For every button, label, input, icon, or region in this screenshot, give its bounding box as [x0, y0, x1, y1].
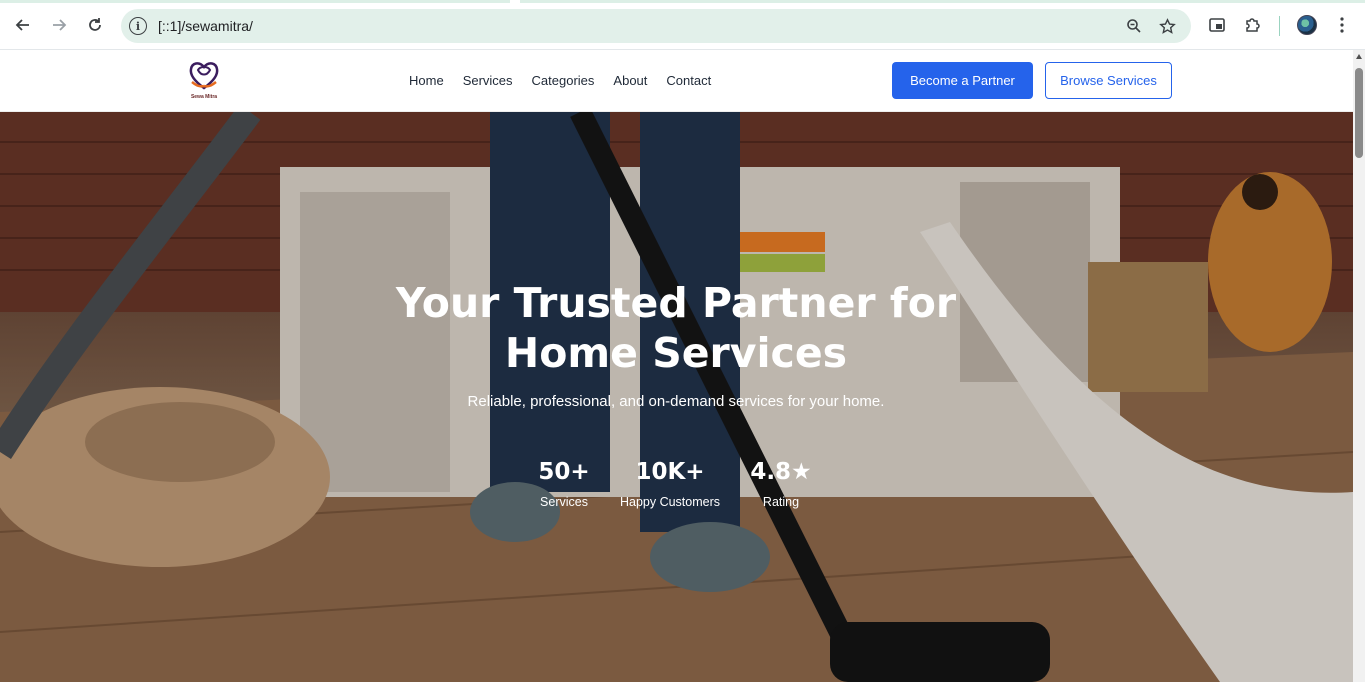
forward-icon[interactable]	[47, 13, 71, 37]
main-nav: Home Services Categories About Contact	[409, 73, 730, 88]
reload-icon[interactable]	[83, 13, 107, 37]
nav-categories[interactable]: Categories	[532, 73, 595, 88]
star-icon[interactable]	[1157, 16, 1177, 36]
address-bar[interactable]: i [::1]/sewamitra/	[121, 9, 1191, 43]
stat-services: 50+ Services	[524, 458, 604, 509]
browser-toolbar: i [::1]/sewamitra/	[0, 0, 1365, 50]
stat-label: Rating	[762, 495, 800, 509]
stat-value: 4.8★	[750, 459, 812, 485]
page-scrollbar[interactable]	[1353, 50, 1365, 682]
stat-value: 50+	[538, 459, 590, 485]
nav-services[interactable]: Services	[463, 73, 513, 88]
hero-title-line1: Your Trusted Partner for	[395, 279, 957, 327]
puzzle-icon[interactable]	[1242, 14, 1264, 36]
back-icon[interactable]	[11, 13, 35, 37]
site-logo[interactable]: Sewa Mitra	[187, 58, 221, 100]
kebab-menu-icon[interactable]	[1331, 14, 1353, 36]
stat-value: 10K+	[635, 459, 705, 485]
address-url[interactable]: [::1]/sewamitra/	[158, 18, 253, 34]
hero-section: Your Trusted Partner for Home Services R…	[0, 112, 1353, 682]
profile-avatar[interactable]	[1297, 15, 1317, 35]
stat-rating: 4.8★ Rating	[741, 458, 821, 509]
toolbar-divider	[1279, 16, 1280, 36]
stat-customers: 10K+ Happy Customers	[610, 458, 730, 509]
site-header: Sewa Mitra Home Services Categories Abou…	[0, 50, 1353, 112]
nav-home[interactable]: Home	[409, 73, 444, 88]
logo-text: Sewa Mitra	[190, 94, 218, 100]
hero-title-line2: Home Services	[504, 329, 848, 377]
scroll-up-icon[interactable]	[1356, 54, 1362, 59]
heart-hands-icon	[189, 62, 219, 90]
tab-strip-edge	[0, 0, 1365, 3]
media-icon[interactable]	[1206, 14, 1228, 36]
stat-label: Services	[540, 495, 588, 509]
become-partner-button[interactable]: Become a Partner	[892, 62, 1033, 99]
hero-subtitle: Reliable, professional, and on-demand se…	[467, 393, 885, 410]
zoom-icon[interactable]	[1124, 16, 1144, 36]
nav-contact[interactable]: Contact	[666, 73, 711, 88]
hero-title: Your Trusted Partner for Home Services	[326, 278, 1026, 378]
browse-services-button[interactable]: Browse Services	[1045, 62, 1172, 99]
nav-about[interactable]: About	[613, 73, 647, 88]
info-icon[interactable]: i	[129, 17, 147, 35]
stat-label: Happy Customers	[619, 495, 721, 509]
scrollbar-thumb[interactable]	[1355, 68, 1363, 158]
